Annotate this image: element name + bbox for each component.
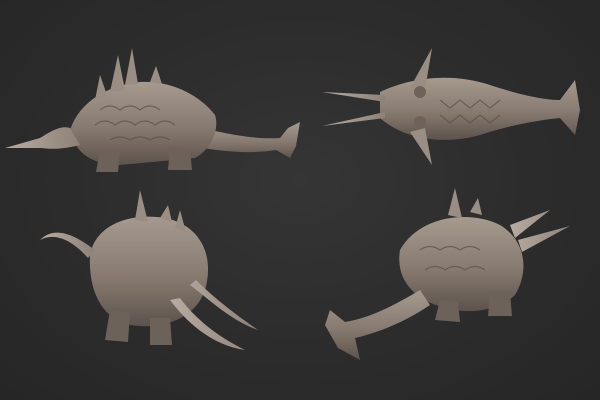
creature-body-top — [380, 77, 580, 140]
dorsal-spikes-rear — [448, 188, 482, 218]
sculpt-render-canvas — [0, 0, 600, 400]
creature-rear-view — [325, 188, 570, 360]
eye-nub-left — [414, 86, 426, 98]
creature-top-view — [322, 48, 580, 165]
creature-front-view — [40, 190, 258, 350]
creature-side-view — [5, 48, 300, 172]
curved-horn-left — [40, 232, 95, 258]
creature-body-front — [89, 216, 209, 327]
creature-tail-rear — [325, 290, 430, 360]
eye-nub-right — [414, 116, 426, 128]
creature-horns-top — [322, 92, 385, 126]
creature-horn — [5, 127, 80, 149]
creature-body — [70, 81, 217, 165]
creature-turnaround — [5, 48, 580, 360]
